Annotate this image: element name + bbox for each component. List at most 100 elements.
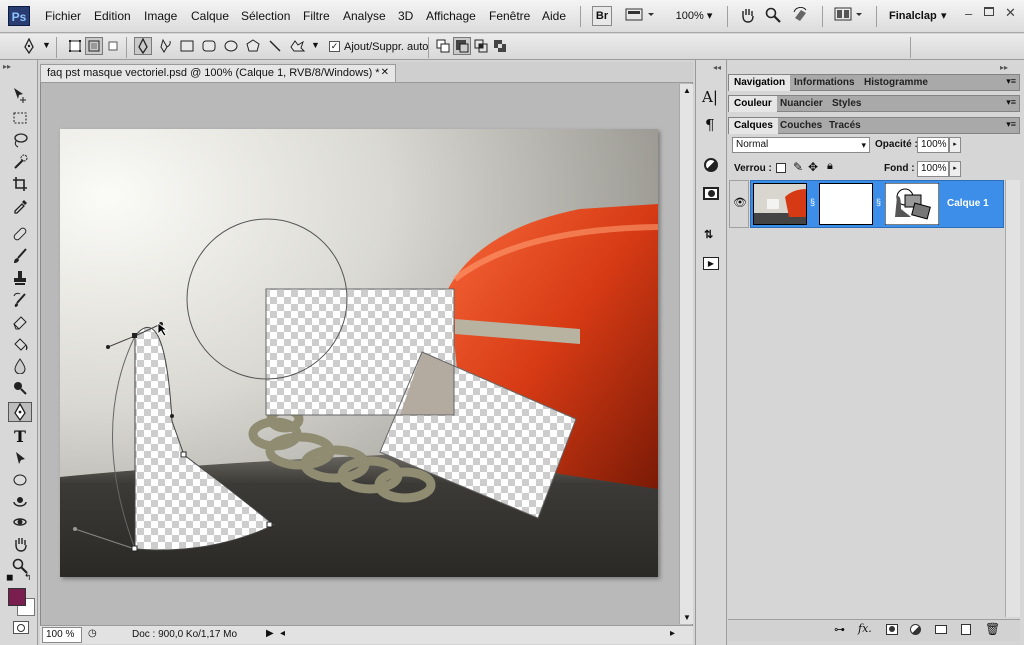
document-tab[interactable]: faq pst masque vectoriel.psd @ 100% (Cal… <box>40 64 396 82</box>
vector-mask-thumbnail[interactable] <box>885 183 939 225</box>
menu-filter[interactable]: Filtre <box>303 9 330 23</box>
foreground-color-swatch[interactable] <box>8 588 26 606</box>
chevron-down-icon[interactable]: ▼ <box>42 40 51 50</box>
menu-layer[interactable]: Calque <box>191 9 229 23</box>
tool-preset-button[interactable] <box>20 37 38 55</box>
chain-icon[interactable]: § <box>810 197 815 207</box>
lasso-tool[interactable] <box>8 130 32 150</box>
status-menu-icon[interactable]: ▶ <box>266 628 274 639</box>
pen-tool[interactable] <box>8 402 32 422</box>
dodge-tool[interactable] <box>8 378 32 398</box>
minimize-icon[interactable]: – <box>965 6 972 21</box>
masks-panel-icon[interactable] <box>703 187 719 200</box>
quick-mask-button[interactable] <box>13 621 29 634</box>
arrange-documents-button[interactable] <box>832 6 866 26</box>
menu-select[interactable]: Sélection <box>241 9 290 23</box>
close-tab-icon[interactable]: ✕ <box>381 65 389 81</box>
layers-scrollbar[interactable] <box>1005 180 1020 617</box>
opacity-field[interactable]: 100% <box>917 137 949 153</box>
layer-mask-thumbnail[interactable] <box>819 183 873 225</box>
vertical-scrollbar[interactable]: ▲ ▼ <box>679 84 693 624</box>
chevron-down-icon[interactable]: ▼ <box>311 40 320 50</box>
menu-help[interactable]: Aide <box>542 9 566 23</box>
scroll-up-icon[interactable]: ▲ <box>683 86 691 95</box>
workspace-switcher[interactable]: Finalclap <box>889 10 937 22</box>
exclude-path-area-button[interactable] <box>491 37 509 55</box>
lock-pixels-icon[interactable]: ✎ <box>793 160 803 174</box>
rotate-view-button[interactable] <box>790 6 812 26</box>
adjustment-icon[interactable] <box>910 624 921 635</box>
menu-file[interactable]: Fichier <box>45 9 81 23</box>
tab-color[interactable]: Couleur <box>729 96 777 112</box>
brush-tool[interactable] <box>8 246 32 266</box>
history-panel-icon[interactable]: ⇅ <box>704 228 713 241</box>
character-panel-icon[interactable]: A| <box>702 88 718 106</box>
tab-channels[interactable]: Couches <box>775 118 827 134</box>
shape-tool[interactable] <box>8 470 32 490</box>
shape-layers-button[interactable] <box>66 37 84 55</box>
paint-bucket-tool[interactable] <box>8 334 32 354</box>
hand-tool[interactable] <box>8 534 32 554</box>
quick-selection-tool[interactable] <box>8 152 32 172</box>
move-tool[interactable] <box>8 85 32 105</box>
blend-mode-select[interactable]: Normal ▾ <box>732 137 870 153</box>
adjustments-panel-icon[interactable] <box>704 158 718 172</box>
group-icon[interactable] <box>935 625 947 634</box>
eye-icon[interactable]: 👁︎ <box>733 196 747 209</box>
scroll-down-icon[interactable]: ▼ <box>683 613 691 622</box>
3d-rotate-tool[interactable] <box>8 492 32 512</box>
chevron-down-icon[interactable]: ▾ <box>941 9 947 22</box>
tab-histogram[interactable]: Histogramme <box>859 75 933 91</box>
intersect-path-area-button[interactable] <box>472 37 490 55</box>
blur-tool[interactable] <box>8 356 32 376</box>
lock-position-icon[interactable]: ✥ <box>808 160 818 174</box>
polygon-button[interactable] <box>244 37 262 55</box>
tab-swatches[interactable]: Nuancier <box>775 96 828 112</box>
swap-colors-icon[interactable]: ↰ <box>24 572 32 583</box>
custom-shape-button[interactable] <box>288 37 306 55</box>
lock-all-icon[interactable]: 🔒︎ <box>827 160 833 173</box>
add-mask-icon[interactable] <box>886 624 898 635</box>
3d-orbit-tool[interactable] <box>8 512 32 532</box>
clone-stamp-tool[interactable] <box>8 268 32 288</box>
eraser-tool[interactable] <box>8 312 32 332</box>
panel-menu-icon[interactable]: ▾≡ <box>1006 119 1016 130</box>
eyedropper-tool[interactable] <box>8 196 32 216</box>
collapse-icon[interactable]: ▸▸ <box>3 62 11 71</box>
menu-3d[interactable]: 3D <box>398 9 413 23</box>
menu-image[interactable]: Image <box>144 9 177 23</box>
menu-view[interactable]: Affichage <box>426 9 476 23</box>
freeform-pen-button[interactable] <box>156 37 174 55</box>
default-colors-icon[interactable]: ◼ <box>6 572 13 583</box>
crop-tool[interactable] <box>8 174 32 194</box>
line-button[interactable] <box>266 37 284 55</box>
tab-informations[interactable]: Informations <box>789 75 860 91</box>
menu-edit[interactable]: Edition <box>94 9 131 23</box>
add-path-area-button[interactable] <box>434 37 452 55</box>
mini-bridge-button[interactable] <box>622 6 658 26</box>
expand-icon[interactable]: ◂◂ <box>713 63 721 72</box>
image-canvas[interactable] <box>60 129 658 577</box>
history-brush-tool[interactable] <box>8 290 32 310</box>
layer-row-calque-1[interactable]: § § Calque 1 <box>750 180 1004 228</box>
collapse-panels-icon[interactable]: ▸▸ <box>1000 63 1008 72</box>
fill-field[interactable]: 100% <box>917 161 949 177</box>
tab-layers[interactable]: Calques <box>729 118 778 134</box>
zoom-field[interactable]: 100 % <box>42 627 82 643</box>
zoom-tool-button[interactable] <box>763 6 783 26</box>
tab-paths[interactable]: Tracés <box>824 118 866 134</box>
scroll-left-icon[interactable]: ◂ <box>280 628 285 639</box>
fill-pixels-button[interactable] <box>104 37 122 55</box>
fx-icon[interactable]: fx. <box>858 622 872 635</box>
paths-button[interactable] <box>85 37 103 55</box>
menu-analysis[interactable]: Analyse <box>343 9 386 23</box>
hand-tool-button[interactable] <box>737 6 757 26</box>
actions-panel-icon[interactable]: ▶ <box>703 257 719 270</box>
lock-transparency-icon[interactable] <box>776 163 786 173</box>
status-info-icon[interactable]: ◷ <box>88 628 97 639</box>
chain-icon[interactable]: § <box>876 197 881 207</box>
path-selection-tool[interactable] <box>8 448 32 468</box>
fill-slider-button[interactable]: ▸ <box>949 161 961 177</box>
link-icon[interactable]: ⊶ <box>834 623 845 636</box>
panel-menu-icon[interactable]: ▾≡ <box>1006 76 1016 87</box>
